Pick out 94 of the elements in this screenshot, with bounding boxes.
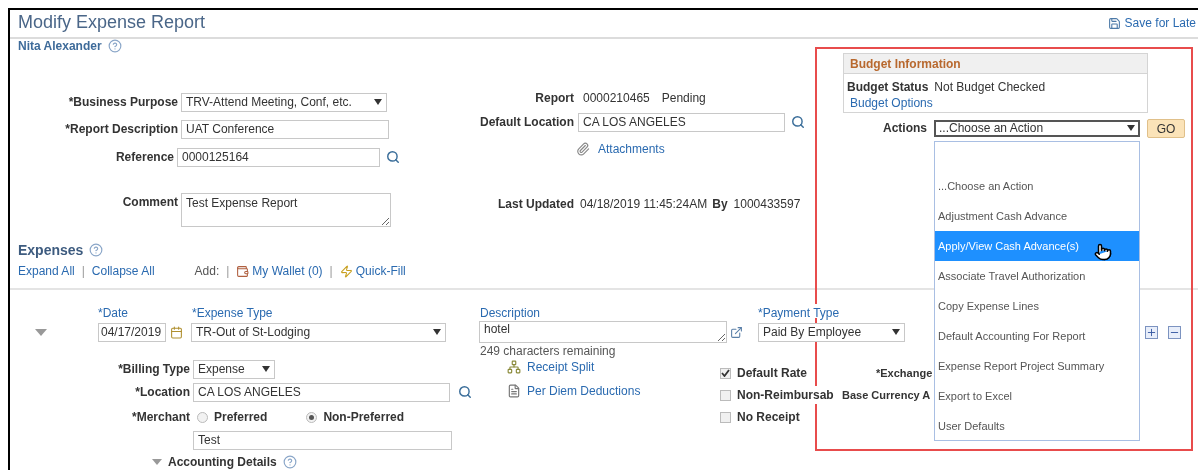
text-field[interactable]: 0000125164 [177, 147, 380, 167]
split-icon [507, 360, 521, 374]
add-row-icon[interactable] [1145, 325, 1158, 339]
budget-title: Budget Information [850, 55, 961, 73]
dropdown-option[interactable]: Adjustment Cash Advance [935, 201, 1139, 231]
field-label: *Location [134, 384, 190, 401]
by-value: 1000433597 [733, 196, 801, 213]
text-field[interactable]: CA LOS ANGELES [578, 112, 785, 132]
date-field[interactable]: 04/17/2019 [98, 322, 166, 342]
checkbox[interactable] [720, 367, 731, 379]
dropdown-option[interactable]: Expense Report Project Summary [935, 351, 1139, 381]
text-field[interactable]: UAT Conference [181, 119, 389, 139]
date-label: *Date [98, 305, 130, 318]
dropdown-option[interactable]: Associate Travel Authorization [935, 261, 1139, 291]
attachments-link[interactable]: Attachments [598, 140, 665, 158]
dropdown-option[interactable]: User Defaults [935, 411, 1139, 441]
caret-icon [262, 366, 270, 372]
line-link[interactable]: Receipt Split [507, 358, 710, 376]
caret-icon [433, 329, 441, 335]
search-icon[interactable] [791, 115, 805, 129]
expense-type-label: *Expense Type [192, 305, 274, 318]
save-for-later-link[interactable]: Save for Late [1107, 14, 1196, 37]
accounting-details-label: Accounting Details [168, 454, 277, 470]
dropdown-option[interactable]: Copy Expense Lines [935, 291, 1139, 321]
select-field[interactable]: Expense [193, 359, 275, 379]
employee-name: Nita Alexander [18, 38, 102, 55]
my-wallet-link[interactable]: My Wallet (0) [236, 262, 323, 280]
dropdown-option[interactable]: Default Accounting For Report [935, 321, 1139, 351]
caret-icon [892, 329, 900, 335]
field-label: *Merchant [131, 409, 190, 426]
report-status: Pending [661, 90, 706, 107]
dropdown-option[interactable]: ...Choose an Action [935, 171, 1139, 201]
report-number: 0000210465 [583, 90, 650, 107]
save-icon [1107, 16, 1121, 30]
field-label: Default Location [479, 114, 574, 131]
field-label: *Business Purpose [67, 94, 178, 111]
expand-text-icon[interactable] [730, 325, 743, 339]
expenses-title: Expenses [18, 240, 84, 260]
field-label: Comment [121, 194, 178, 211]
checkbox[interactable] [720, 411, 731, 423]
base-currency-label: Base Currency A [842, 388, 931, 403]
comment-field[interactable]: Test Expense Report [181, 193, 391, 227]
select-field[interactable]: Paid By Employee [758, 322, 905, 342]
select-field[interactable]: TRV-Attend Meeting, Conf, etc. [181, 92, 387, 112]
line-link[interactable]: Per Diem Deductions [507, 382, 710, 400]
characters-remaining: 249 characters remaining [480, 344, 616, 358]
page-title: Modify Expense Report [18, 11, 206, 34]
field-label: *Report Description [64, 121, 178, 138]
text-field[interactable]: CA LOS ANGELES [193, 382, 450, 402]
description-label: Description [480, 305, 542, 318]
hand-cursor-icon [1094, 243, 1112, 261]
merchant-radio[interactable]: Non-Preferred [306, 408, 405, 426]
field-label: Last Updated [497, 196, 574, 213]
report-label: Report [534, 90, 574, 107]
calendar-icon[interactable] [170, 325, 183, 339]
help-icon[interactable] [89, 243, 104, 257]
go-button[interactable]: GO [1147, 118, 1185, 138]
wallet-icon [236, 264, 250, 278]
separator: | [226, 263, 230, 280]
budget-options-link[interactable]: Budget Options [844, 96, 1147, 110]
dropdown-option[interactable]: Export to Excel [935, 381, 1139, 411]
list-icon [507, 384, 521, 398]
select-field[interactable]: TR-Out of St-Lodging [191, 322, 446, 342]
expand-link[interactable]: Collapse All [91, 262, 155, 280]
field-label: Reference [114, 149, 174, 166]
collapse-triangle-icon[interactable] [35, 328, 47, 336]
last-updated-value: 04/18/2019 11:45:24AM [580, 196, 708, 213]
search-icon[interactable] [386, 150, 400, 164]
field-label: *Billing Type [117, 361, 190, 378]
add-label: Add: [194, 263, 220, 280]
merchant-radio[interactable]: Preferred [197, 408, 268, 426]
budget-status-label: Budget Status [847, 79, 929, 96]
paperclip-icon [576, 142, 590, 156]
exchange-label: *Exchange [876, 366, 933, 381]
merchant-name-field[interactable]: Test [193, 430, 452, 450]
quick-fill-link[interactable]: Quick-Fill [339, 262, 406, 280]
payment-type-label: *Payment Type [758, 304, 840, 318]
help-icon[interactable] [107, 39, 122, 53]
search-icon[interactable] [458, 385, 472, 399]
lightning-icon [339, 264, 353, 278]
collapse-triangle-icon[interactable] [152, 459, 162, 465]
by-label: By [712, 196, 728, 213]
help-icon[interactable] [282, 455, 297, 469]
expand-link[interactable]: Expand All [18, 262, 75, 280]
description-field[interactable]: hotel [479, 321, 727, 343]
checkbox[interactable] [720, 389, 731, 401]
caret-icon [1127, 125, 1135, 131]
separator: | [81, 263, 85, 280]
separator: | [329, 263, 333, 280]
actions-label: Actions [882, 120, 927, 137]
caret-icon [374, 99, 382, 105]
delete-row-icon[interactable] [1168, 325, 1181, 339]
budget-status-value: Not Budget Checked [934, 79, 1046, 96]
actions-select[interactable]: ...Choose an Action [934, 119, 1140, 137]
